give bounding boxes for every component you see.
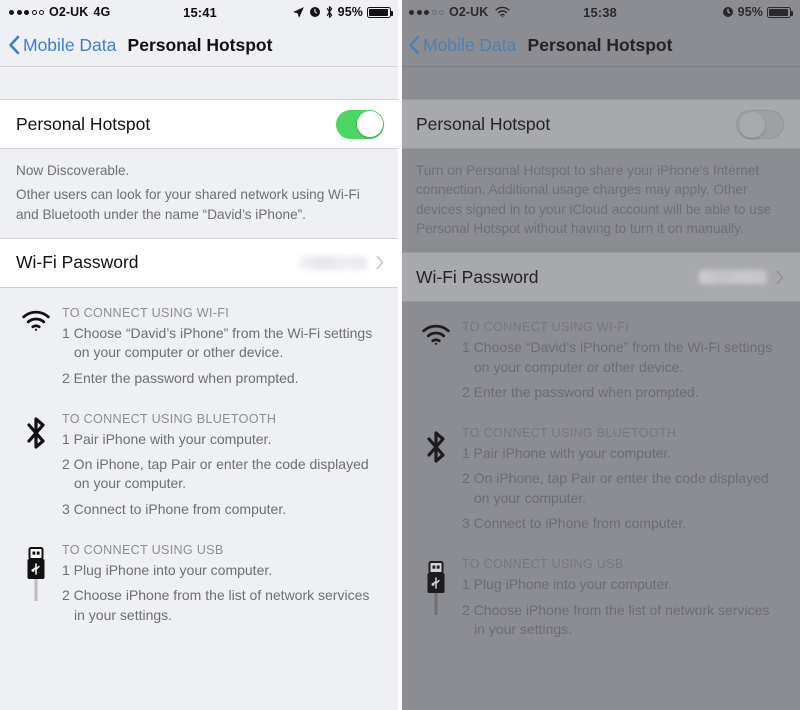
location-arrow-icon	[292, 6, 304, 18]
wifi-icon	[14, 306, 58, 394]
back-button[interactable]: Mobile Data	[8, 35, 116, 56]
chevron-left-icon	[9, 35, 20, 55]
wifi-password-label: Wi-Fi Password	[16, 252, 139, 273]
hotspot-description: Now Discoverable. Other users can look f…	[0, 149, 400, 238]
instruction-step: 3 Connect to iPhone from computer.	[462, 515, 687, 532]
carrier-name: O2-UK	[449, 5, 489, 19]
instruction-heading: TO CONNECT USING BLUETOOTH	[62, 411, 277, 426]
battery-percent: 95%	[737, 5, 763, 19]
panel-divider	[398, 0, 402, 710]
status-bar: O2-UK 15:38 95%	[400, 0, 800, 24]
carrier-name: O2-UK	[49, 5, 89, 19]
instruction-step: 1 Choose “David’s iPhone” from the Wi-Fi…	[462, 339, 773, 375]
navigation-bar: Mobile Data Personal Hotspot	[400, 24, 800, 66]
personal-hotspot-toggle[interactable]	[336, 109, 384, 139]
description-line: Turn on Personal Hotspot to share your i…	[416, 163, 772, 236]
status-bar: O2-UK 4G 15:41 95%	[0, 0, 400, 24]
instruction-block-bluetooth: TO CONNECT USING BLUETOOTH 1 Pair iPhone…	[400, 422, 800, 539]
wifi-icon	[495, 6, 510, 18]
hotspot-description: Turn on Personal Hotspot to share your i…	[400, 149, 800, 252]
network-type: 4G	[93, 5, 111, 19]
bluetooth-icon	[326, 6, 332, 18]
instruction-block-wifi: TO CONNECT USING WI-FI 1 Choose “David’s…	[0, 302, 400, 394]
instruction-step: 2 Enter the password when prompted.	[462, 383, 699, 400]
battery-percent: 95%	[337, 5, 363, 19]
toggle-knob	[356, 111, 383, 137]
chevron-right-icon	[776, 270, 784, 285]
wifi-password-label: Wi-Fi Password	[416, 266, 539, 287]
instruction-heading: TO CONNECT USING USB	[462, 557, 624, 572]
instruction-heading: TO CONNECT USING WI-FI	[462, 320, 630, 335]
alarm-icon	[722, 7, 733, 17]
instruction-step: 1 Pair iPhone with your computer.	[462, 445, 672, 462]
navigation-bar: Mobile Data Personal Hotspot	[0, 24, 400, 66]
instruction-step: 1 Plug iPhone into your computer.	[462, 576, 673, 593]
instruction-block-bluetooth: TO CONNECT USING BLUETOOTH 1 Pair iPhone…	[0, 408, 400, 525]
instruction-step: 1 Pair iPhone with your computer.	[62, 430, 272, 447]
instruction-step: 2 On iPhone, tap Pair or enter the code …	[62, 456, 369, 492]
bluetooth-icon	[14, 412, 58, 525]
chevron-right-icon	[376, 256, 384, 270]
signal-strength-icon	[409, 9, 444, 15]
personal-hotspot-label: Personal Hotspot	[416, 113, 551, 134]
instruction-step: 1 Choose “David’s iPhone” from the Wi-Fi…	[62, 324, 373, 361]
usb-icon	[414, 557, 458, 645]
battery-icon	[767, 6, 793, 18]
toggle-knob	[738, 112, 765, 138]
instruction-step: 2 Enter the password when prompted.	[62, 369, 299, 386]
back-button[interactable]: Mobile Data	[408, 35, 516, 56]
usb-icon	[14, 543, 58, 631]
personal-hotspot-label: Personal Hotspot	[16, 113, 151, 134]
instruction-block-usb: TO CONNECT USING USB 1 Plug iPhone into …	[400, 553, 800, 645]
description-line: Now Discoverable.	[16, 163, 130, 178]
instruction-heading: TO CONNECT USING WI-FI	[62, 305, 230, 320]
instruction-step: 2 On iPhone, tap Pair or enter the code …	[462, 470, 769, 506]
personal-hotspot-toggle[interactable]	[736, 109, 784, 139]
description-line: Other users can look for your shared net…	[16, 187, 360, 222]
wifi-password-value	[299, 255, 367, 270]
back-button-label: Mobile Data	[23, 34, 117, 55]
wifi-password-row[interactable]: Wi-Fi Password	[0, 238, 400, 287]
instruction-heading: TO CONNECT USING BLUETOOTH	[462, 426, 677, 441]
instruction-block-usb: TO CONNECT USING USB 1 Plug iPhone into …	[0, 539, 400, 631]
wifi-icon	[414, 320, 458, 408]
wifi-password-row[interactable]: Wi-Fi Password	[400, 253, 800, 302]
instructions-list: TO CONNECT USING WI-FI 1 Choose “David’s…	[400, 302, 800, 645]
chevron-left-icon	[409, 35, 420, 55]
comparison-screenshot: O2-UK 4G 15:41 95% Mobile Data Personal …	[0, 0, 800, 710]
instruction-block-wifi: TO CONNECT USING WI-FI 1 Choose “David’s…	[400, 316, 800, 408]
wifi-password-value	[699, 270, 767, 285]
instruction-step: 2 Choose iPhone from the list of network…	[462, 601, 770, 637]
signal-strength-icon	[9, 9, 44, 15]
back-button-label: Mobile Data	[423, 34, 517, 55]
personal-hotspot-row[interactable]: Personal Hotspot	[400, 100, 800, 148]
personal-hotspot-row[interactable]: Personal Hotspot	[0, 100, 400, 148]
left-phone-screen: O2-UK 4G 15:41 95% Mobile Data Personal …	[0, 0, 400, 710]
instruction-step: 1 Plug iPhone into your computer.	[62, 562, 273, 579]
instructions-list: TO CONNECT USING WI-FI 1 Choose “David’s…	[0, 288, 400, 631]
right-phone-screen: O2-UK 15:38 95% Mobile Data Personal Hot…	[400, 0, 800, 710]
instruction-step: 2 Choose iPhone from the list of network…	[62, 587, 370, 623]
instruction-heading: TO CONNECT USING USB	[62, 543, 224, 558]
alarm-icon	[309, 7, 320, 17]
instruction-step: 3 Connect to iPhone from computer.	[62, 500, 287, 517]
battery-icon	[367, 6, 393, 18]
bluetooth-icon	[414, 426, 458, 539]
